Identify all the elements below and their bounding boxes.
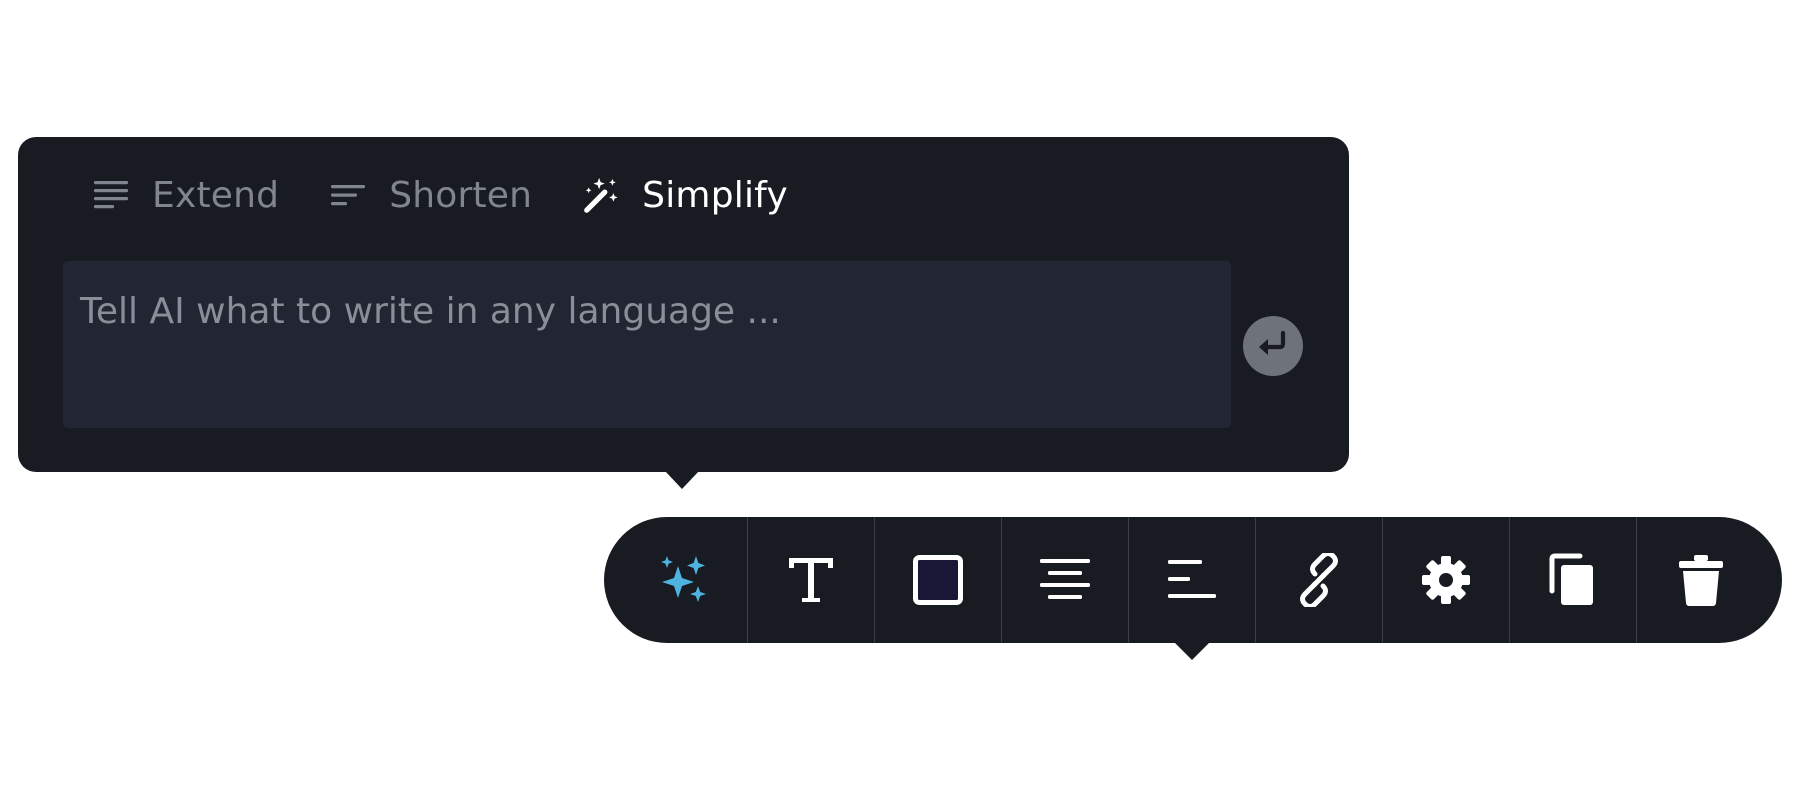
sparkles-icon [656,552,712,608]
gear-icon [1420,554,1472,606]
short-lines-icon [329,176,367,214]
enter-return-icon [1256,329,1290,363]
element-toolbar [604,517,1782,643]
lines-icon [92,176,130,214]
link-icon [1292,553,1346,607]
ai-writing-panel: Extend Shorten Simplify Tell AI what to … [18,137,1349,472]
magic-wand-icon [582,176,620,214]
ai-assist-button[interactable] [604,517,747,643]
extend-button[interactable]: Extend [92,173,279,217]
text-style-button[interactable] [747,517,874,643]
link-button[interactable] [1255,517,1382,643]
settings-button[interactable] [1382,517,1509,643]
align-left-icon [1166,557,1218,603]
duplicate-button[interactable] [1509,517,1636,643]
align-center-button[interactable] [1001,517,1128,643]
prompt-input[interactable] [63,261,1231,428]
send-prompt-button[interactable] [1243,316,1303,376]
simplify-button[interactable]: Simplify [582,173,788,217]
color-button[interactable] [874,517,1001,643]
extend-label: Extend [152,174,280,216]
shorten-button[interactable]: Shorten [329,173,532,217]
prompt-box [63,261,1231,428]
align-left-button[interactable] [1128,517,1255,643]
copy-icon [1548,553,1598,607]
align-center-icon [1038,557,1092,603]
color-swatch-icon [912,554,964,606]
ai-panel-pointer [665,471,699,489]
shorten-label: Shorten [389,174,533,216]
delete-button[interactable] [1636,517,1781,643]
text-type-icon [785,554,837,606]
ai-action-bar: Extend Shorten Simplify [92,173,788,217]
toolbar-pointer [1174,642,1210,660]
simplify-label: Simplify [642,174,788,216]
trash-icon [1676,553,1726,607]
